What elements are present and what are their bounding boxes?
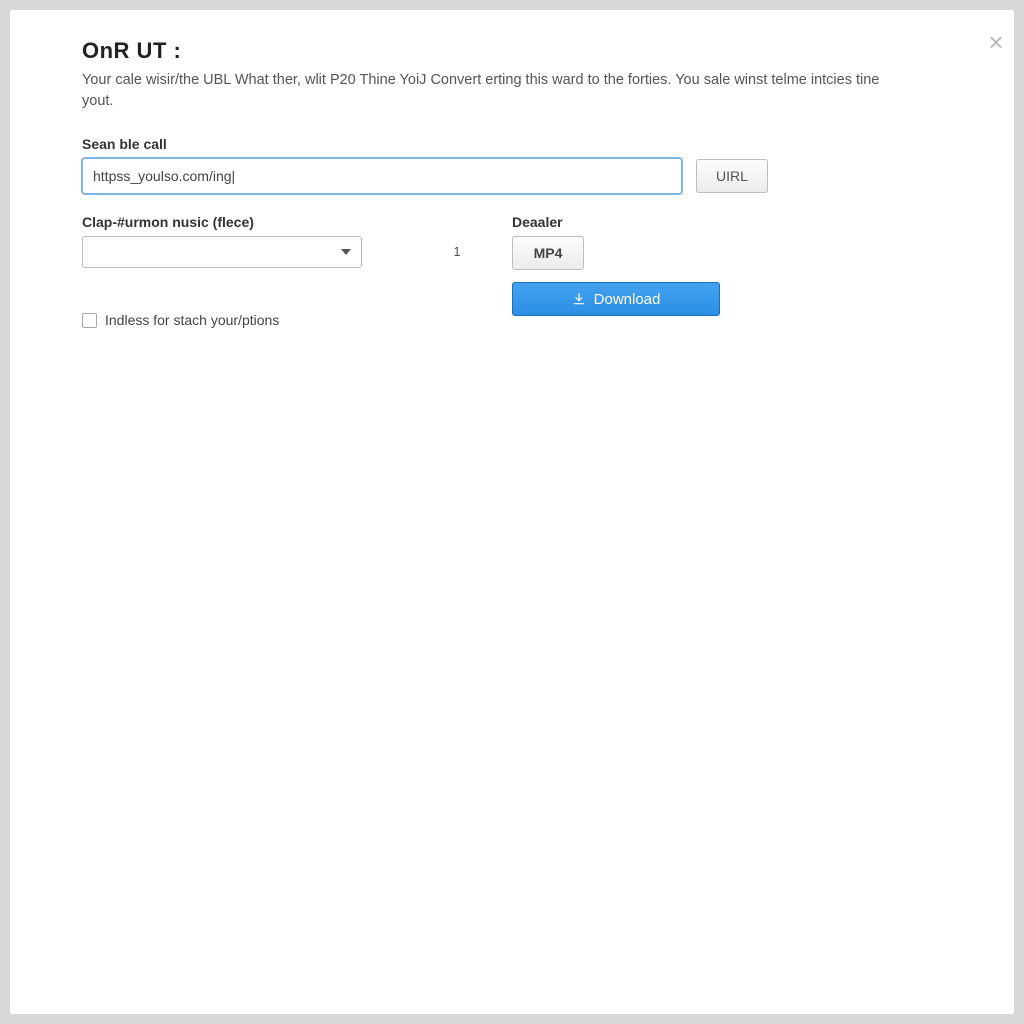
url-button[interactable]: UIRL bbox=[696, 159, 768, 193]
form: Sean ble call UIRL Clap-#urmon nusic (fl… bbox=[82, 136, 942, 328]
download-button-label: Download bbox=[594, 291, 661, 308]
close-icon[interactable]: × bbox=[984, 30, 1008, 54]
url-label: Sean ble call bbox=[82, 136, 942, 152]
options-row: Clap-#urmon nusic (flece) Indless for st… bbox=[82, 214, 942, 328]
download-button[interactable]: Download bbox=[512, 282, 720, 316]
format-select[interactable] bbox=[82, 236, 362, 268]
checkbox-label: Indless for stach your/ptions bbox=[105, 312, 279, 328]
options-checkbox[interactable] bbox=[82, 313, 97, 328]
download-icon bbox=[572, 292, 586, 306]
dealer-label: Deaaler bbox=[512, 214, 942, 230]
dealer-column: Deaaler MP4 Download bbox=[512, 214, 942, 316]
dialog-panel: × OnR UT : Your cale wisir/the UBL What … bbox=[10, 10, 1014, 1014]
mid-marker: 1 bbox=[442, 214, 472, 259]
url-row: UIRL bbox=[82, 158, 942, 194]
format-label: Clap-#urmon nusic (flece) bbox=[82, 214, 402, 230]
page-title: OnR UT : bbox=[82, 38, 942, 64]
page-description: Your cale wisir/the UBL What ther, wlit … bbox=[82, 70, 892, 112]
url-input[interactable] bbox=[82, 158, 682, 194]
format-column: Clap-#urmon nusic (flece) Indless for st… bbox=[82, 214, 402, 328]
format-mp4-button[interactable]: MP4 bbox=[512, 236, 584, 270]
checkbox-row: Indless for stach your/ptions bbox=[82, 312, 402, 328]
chevron-down-icon bbox=[341, 249, 351, 255]
